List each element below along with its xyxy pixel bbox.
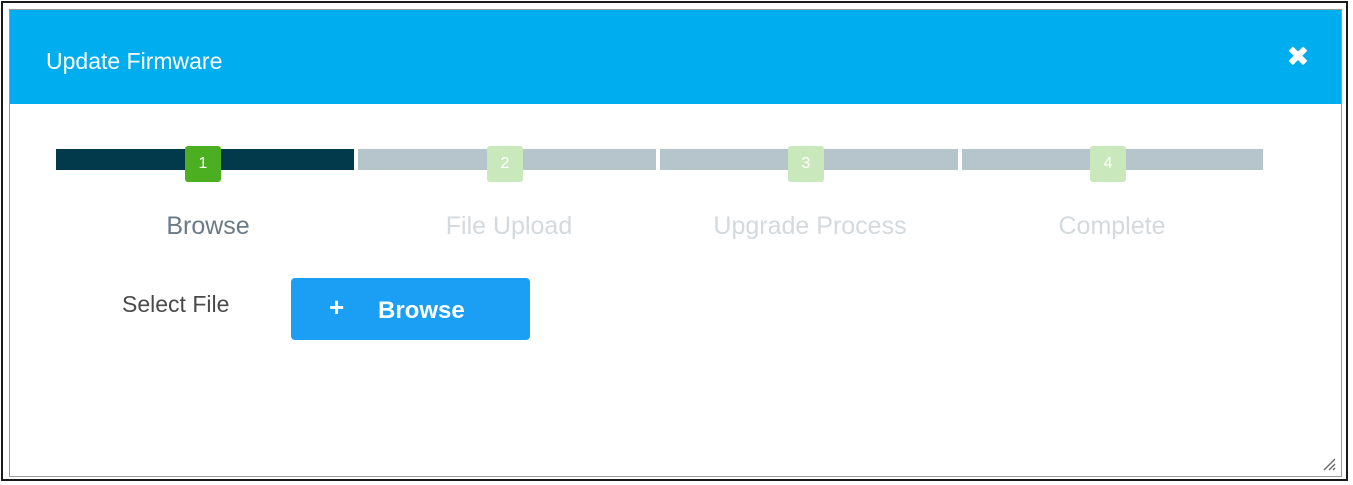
dialog-titlebar: Update Firmware ✖ <box>10 10 1341 104</box>
step-2-label: File Upload <box>445 212 573 240</box>
dialog-title: Update Firmware <box>46 48 223 74</box>
step-4-label: Complete <box>1058 212 1166 240</box>
step-4-badge: 4 <box>1090 146 1126 182</box>
step-3-label: Upgrade Process <box>713 212 907 240</box>
browse-button[interactable]: + Browse <box>291 278 530 340</box>
close-icon[interactable]: ✖ <box>1283 42 1313 72</box>
step-1-label: Browse <box>166 212 250 240</box>
firmware-stepper: 1 2 3 4 Browse File Upload Upgrade Proce… <box>56 146 1263 240</box>
update-firmware-dialog: Update Firmware ✖ 1 2 3 4 Browse File Up… <box>9 9 1342 477</box>
resize-grip-icon[interactable] <box>1321 456 1337 472</box>
step-1-badge: 1 <box>185 146 221 182</box>
select-file-label: Select File <box>122 291 230 317</box>
step-3-badge: 3 <box>788 146 824 182</box>
step-2-badge: 2 <box>487 146 523 182</box>
plus-icon: + <box>329 292 345 322</box>
browse-button-label: Browse <box>378 297 465 324</box>
